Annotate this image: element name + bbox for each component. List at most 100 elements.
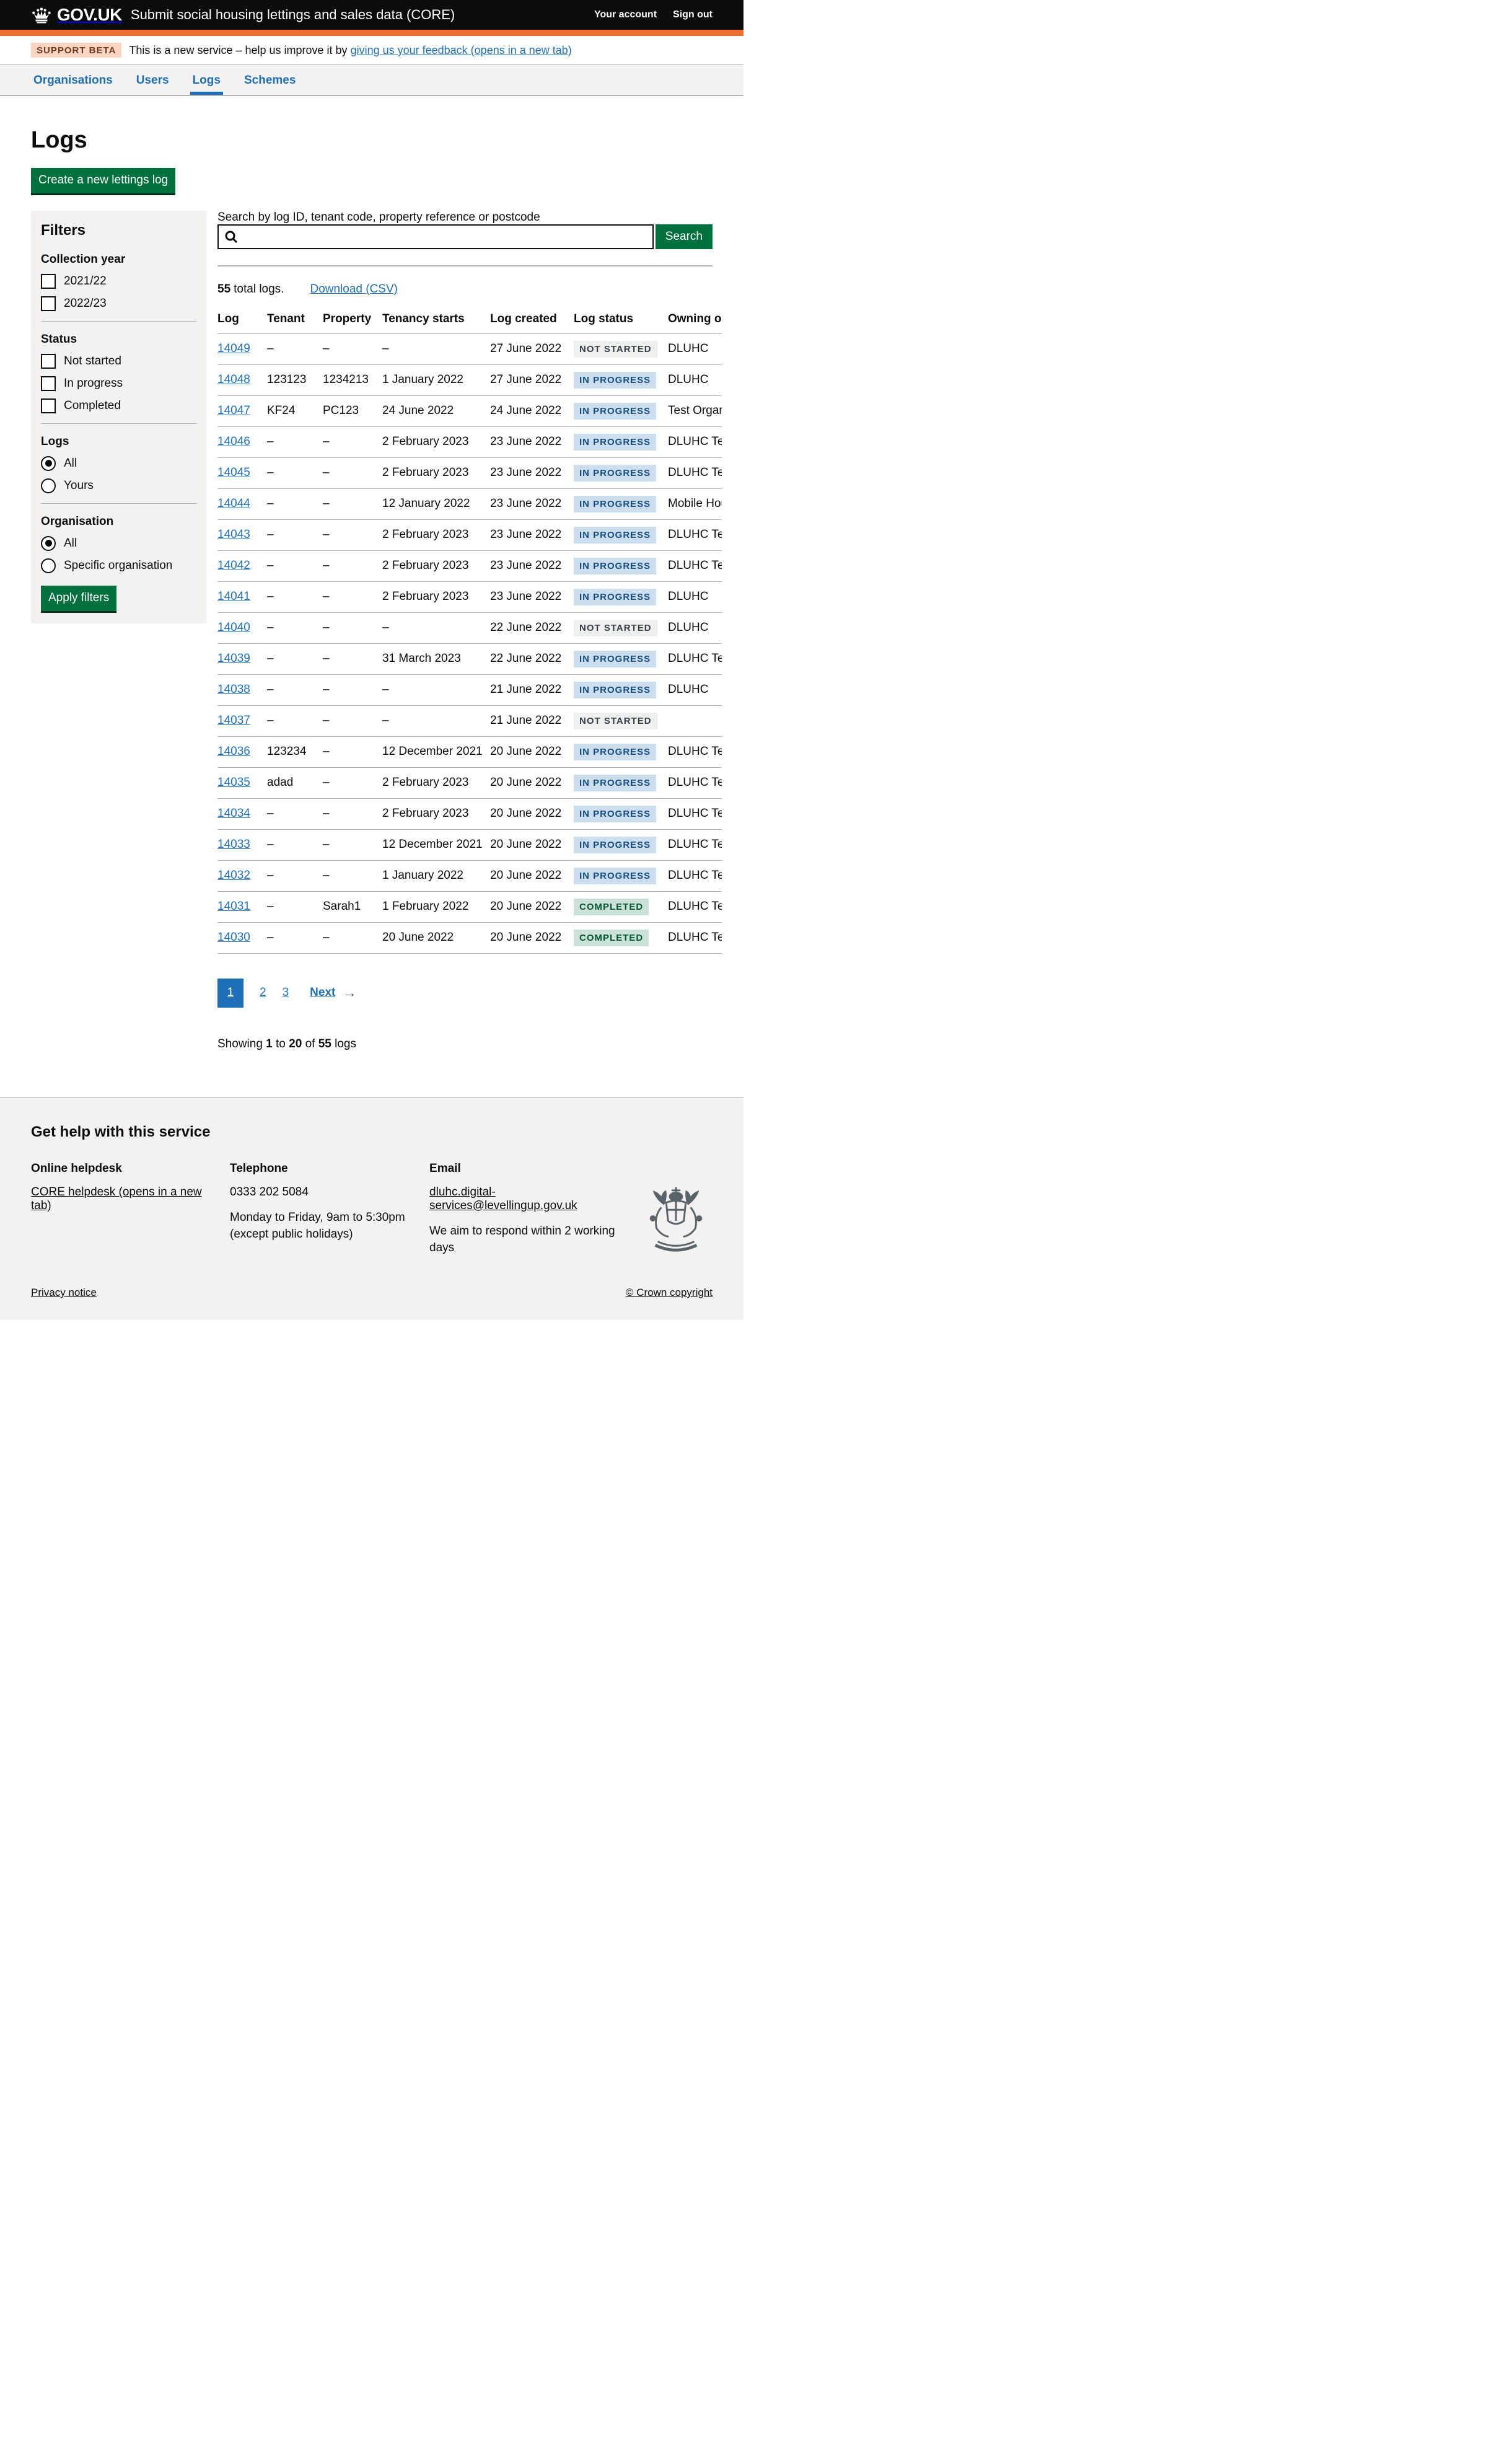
log-link-14041[interactable]: 14041	[217, 590, 250, 603]
cell-owning-organisation: DLUHC Tes	[668, 736, 722, 767]
table-row: 14040–––22 June 2022NOT STARTEDDLUHC	[217, 612, 722, 643]
log-link-14032[interactable]: 14032	[217, 869, 250, 882]
cell-tenant: –	[267, 643, 323, 674]
log-link-14048[interactable]: 14048	[217, 373, 250, 386]
radio-yours[interactable]: Yours	[41, 478, 196, 493]
search-label: Search by log ID, tenant code, property …	[217, 211, 540, 224]
create-lettings-log-button[interactable]: Create a new lettings log	[31, 168, 175, 193]
cell-tenant: –	[267, 798, 323, 829]
log-link-14042[interactable]: 14042	[217, 559, 250, 572]
checkbox-in-progress[interactable]: In progress	[41, 376, 196, 391]
cell-tenancy-starts: –	[382, 705, 490, 736]
log-link-14043[interactable]: 14043	[217, 528, 250, 541]
cell-log-status: IN PROGRESS	[574, 829, 668, 860]
log-link-14033[interactable]: 14033	[217, 838, 250, 851]
core-helpdesk-link[interactable]: CORE helpdesk (opens in a new tab)	[31, 1186, 202, 1212]
log-link-14045[interactable]: 14045	[217, 466, 250, 479]
cell-property: 1234213	[323, 364, 382, 395]
cell-tenant: –	[267, 581, 323, 612]
filter-option-label: 2021/22	[64, 275, 107, 288]
log-link-14040[interactable]: 14040	[217, 621, 250, 634]
table-row: 14034––2 February 202320 June 2022IN PRO…	[217, 798, 722, 829]
search-input[interactable]	[217, 224, 654, 249]
cell-tenancy-starts: 2 February 2023	[382, 767, 490, 798]
checkbox-control[interactable]	[41, 354, 56, 369]
nav-item-organisations[interactable]: Organisations	[31, 74, 115, 95]
cell-log-status: COMPLETED	[574, 922, 668, 953]
pagination-page-3[interactable]: 3	[283, 986, 289, 1000]
checkbox-2022-23[interactable]: 2022/23	[41, 296, 196, 311]
log-link-14037[interactable]: 14037	[217, 714, 250, 727]
cell-log-created: 27 June 2022	[490, 364, 574, 395]
cell-tenant: –	[267, 550, 323, 581]
cell-log-created: 20 June 2022	[490, 767, 574, 798]
cell-tenancy-starts: 1 January 2022	[382, 364, 490, 395]
cell-tenancy-starts: 20 June 2022	[382, 922, 490, 953]
radio-control[interactable]	[41, 536, 56, 551]
log-link-14034[interactable]: 14034	[217, 807, 250, 820]
log-link-14047[interactable]: 14047	[217, 404, 250, 417]
table-row: 14047KF24PC12324 June 202224 June 2022IN…	[217, 395, 722, 426]
pagination-next-link[interactable]: Next	[310, 986, 335, 1000]
apply-filters-button[interactable]: Apply filters	[41, 586, 116, 611]
search-button[interactable]: Search	[656, 224, 713, 249]
radio-specific-organisation[interactable]: Specific organisation	[41, 558, 196, 573]
filter-option-label: All	[64, 537, 77, 550]
cell-tenant: –	[267, 457, 323, 488]
checkbox-2021-22[interactable]: 2021/22	[41, 274, 196, 289]
log-link-14036[interactable]: 14036	[217, 745, 250, 758]
log-link-14039[interactable]: 14039	[217, 652, 250, 665]
sign-out-link[interactable]: Sign out	[673, 9, 713, 20]
log-link-14044[interactable]: 14044	[217, 497, 250, 510]
status-tag: IN PROGRESS	[574, 496, 656, 513]
gov-uk-logo[interactable]: GOV.UK	[31, 5, 122, 25]
pagination-page-2[interactable]: 2	[260, 986, 266, 1000]
cell-tenancy-starts: 24 June 2022	[382, 395, 490, 426]
status-tag: IN PROGRESS	[574, 868, 656, 884]
cell-owning-organisation: DLUHC Tes	[668, 457, 722, 488]
log-link-14035[interactable]: 14035	[217, 776, 250, 789]
service-name[interactable]: Submit social housing lettings and sales…	[131, 7, 455, 23]
cell-log-status: NOT STARTED	[574, 333, 668, 364]
filters-panel: Filters Collection year2021/222022/23Sta…	[31, 211, 206, 623]
checkbox-completed[interactable]: Completed	[41, 398, 196, 413]
privacy-notice-link[interactable]: Privacy notice	[31, 1287, 97, 1299]
cell-property: –	[323, 798, 382, 829]
pagination-current-page[interactable]: 1	[217, 979, 243, 1008]
cell-log-status: IN PROGRESS	[574, 550, 668, 581]
checkbox-control[interactable]	[41, 274, 56, 289]
checkbox-not-started[interactable]: Not started	[41, 354, 196, 369]
log-link-14038[interactable]: 14038	[217, 683, 250, 696]
cell-log-created: 23 June 2022	[490, 519, 574, 550]
status-tag: IN PROGRESS	[574, 372, 656, 389]
showing-mid2: of	[302, 1037, 318, 1050]
checkbox-control[interactable]	[41, 296, 56, 311]
cell-tenant: –	[267, 705, 323, 736]
cell-owning-organisation: DLUHC Tes	[668, 643, 722, 674]
log-link-14030[interactable]: 14030	[217, 931, 250, 944]
cell-tenant: adad	[267, 767, 323, 798]
crown-copyright-link[interactable]: © Crown copyright	[626, 1287, 713, 1299]
cell-property: –	[323, 829, 382, 860]
email-link[interactable]: dluhc.digital-services@levellingup.gov.u…	[429, 1186, 577, 1212]
log-link-14046[interactable]: 14046	[217, 435, 250, 448]
log-link-14049[interactable]: 14049	[217, 342, 250, 355]
checkbox-control[interactable]	[41, 398, 56, 413]
radio-control[interactable]	[41, 478, 56, 493]
cell-owning-organisation: DLUHC Tes	[668, 798, 722, 829]
cell-property: –	[323, 643, 382, 674]
your-account-link[interactable]: Your account	[594, 9, 657, 20]
radio-all[interactable]: All	[41, 536, 196, 551]
radio-control[interactable]	[41, 456, 56, 471]
download-csv-link[interactable]: Download (CSV)	[310, 283, 398, 296]
checkbox-control[interactable]	[41, 376, 56, 391]
feedback-link[interactable]: giving us your feedback (opens in a new …	[351, 44, 572, 56]
log-link-14031[interactable]: 14031	[217, 900, 250, 913]
radio-all[interactable]: All	[41, 456, 196, 471]
nav-item-users[interactable]: Users	[134, 74, 172, 95]
showing-suffix: logs	[331, 1037, 356, 1050]
nav-item-schemes[interactable]: Schemes	[242, 74, 298, 95]
nav-item-logs[interactable]: Logs	[190, 74, 223, 95]
radio-control[interactable]	[41, 558, 56, 573]
showing-from: 1	[266, 1037, 273, 1050]
